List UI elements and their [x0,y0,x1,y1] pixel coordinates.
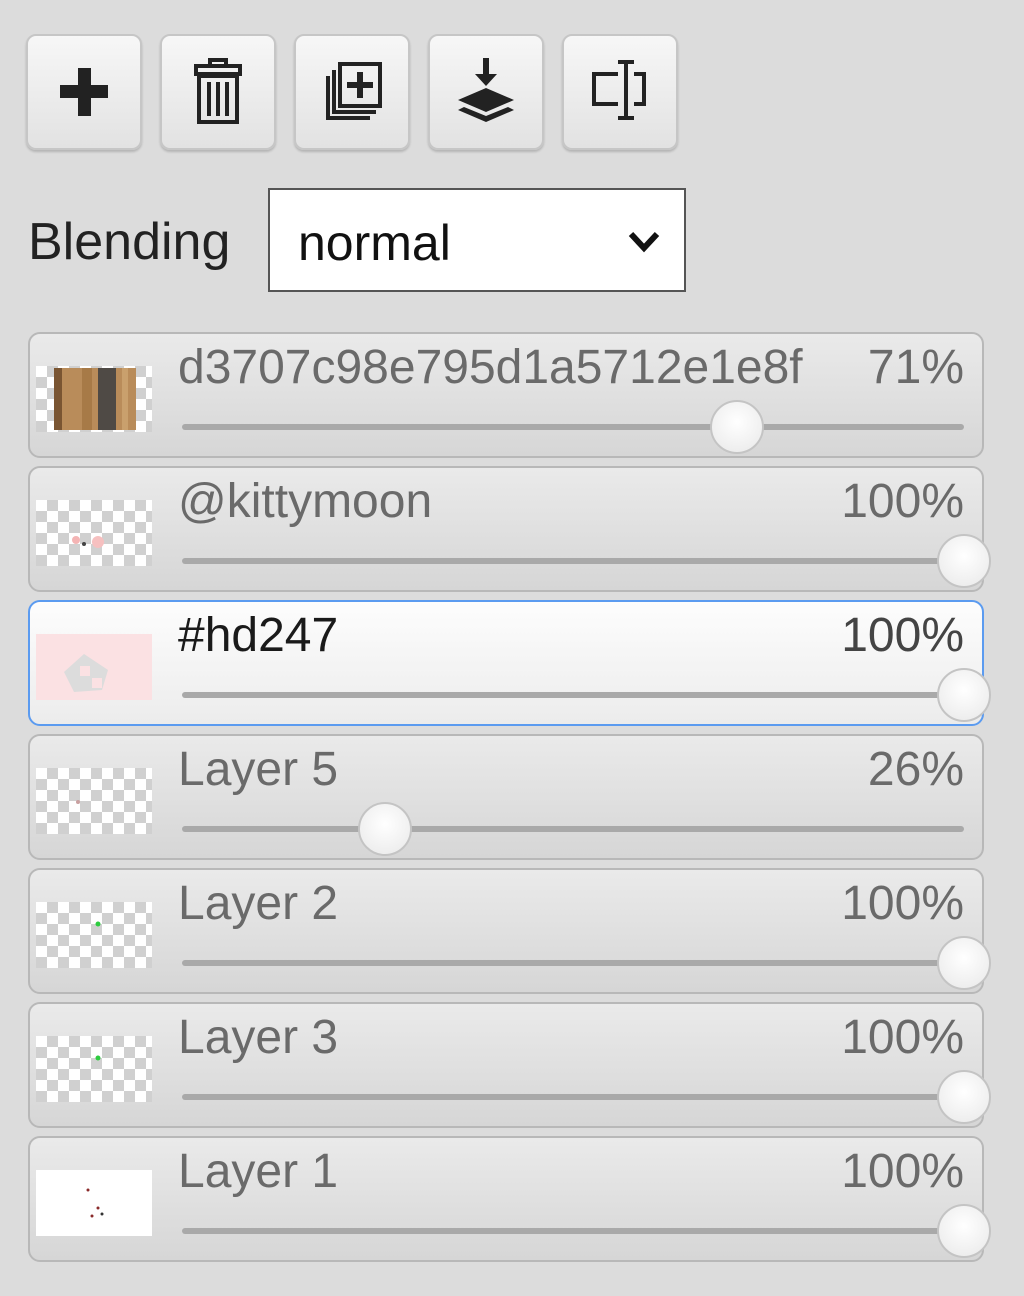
add-layer-button[interactable] [26,34,142,150]
layer-opacity-slider[interactable] [182,424,964,430]
layer-thumbnail [36,500,152,566]
layer-opacity-value: 100% [841,475,964,528]
layer-opacity-slider[interactable] [182,960,964,966]
layer-name[interactable]: Layer 1 [178,1144,338,1199]
layer-opacity-slider[interactable] [182,692,964,698]
layer-name[interactable]: @kittymoon [178,474,432,529]
layer-opacity-slider[interactable] [182,1094,964,1100]
layer-row[interactable]: Layer 1 100% [28,1136,991,1262]
layer-opacity-slider-thumb[interactable] [937,936,991,990]
layer-opacity-slider[interactable] [182,558,964,564]
layer-opacity-slider-thumb[interactable] [937,668,991,722]
layer-name[interactable]: Layer 3 [178,1010,338,1065]
rename-layer-button[interactable] [562,34,678,150]
layer-name[interactable]: Layer 2 [178,876,338,931]
blending-label: Blending [28,213,231,271]
layer-thumbnail [36,366,152,432]
blending-select-value: normal [298,215,451,271]
layer-row[interactable]: Layer 2 100% [28,868,991,994]
layer-thumbnail [36,1170,152,1236]
layer-opacity-slider-thumb[interactable] [358,802,413,856]
layer-row[interactable]: Layer 5 26% [28,734,984,860]
layer-row[interactable]: #hd247 100% [28,600,991,726]
layer-name[interactable]: #hd247 [178,608,338,663]
layer-opacity-value: 100% [841,1011,964,1064]
duplicate-icon [326,62,382,120]
layer-opacity-slider[interactable] [182,1228,964,1234]
layer-opacity-slider[interactable] [182,826,964,832]
merge-down-button[interactable] [428,34,544,150]
layer-opacity-slider-thumb[interactable] [937,1070,991,1124]
layer-opacity-value: 71% [867,341,964,394]
layer-opacity-value: 100% [841,1145,964,1198]
blending-select[interactable]: normal [268,188,686,292]
layer-thumbnail [36,768,152,834]
layer-row[interactable]: d3707c98e795d1a5712e1e8f 71% [28,332,984,458]
layer-thumbnail [36,1036,152,1102]
duplicate-layer-button[interactable] [294,34,410,150]
layer-name[interactable]: d3707c98e795d1a5712e1e8f [178,340,803,395]
layer-toolbar [26,34,678,150]
rename-icon [592,60,646,120]
layer-thumbnail [36,902,152,968]
layer-opacity-slider-thumb[interactable] [937,534,991,588]
layer-opacity-value: 100% [841,609,964,662]
trash-icon [194,58,242,124]
layer-row[interactable]: Layer 3 100% [28,1002,991,1128]
chevron-down-icon [628,231,660,253]
layer-thumbnail [36,634,152,700]
layer-opacity-slider-thumb[interactable] [937,1204,991,1258]
plus-icon [60,68,108,116]
layer-opacity-slider-thumb[interactable] [710,400,765,454]
layer-opacity-value: 100% [841,877,964,930]
layer-name[interactable]: Layer 5 [178,742,338,797]
delete-layer-button[interactable] [160,34,276,150]
merge-down-icon [458,58,514,122]
layer-row[interactable]: @kittymoon 100% [28,466,991,592]
layer-opacity-value: 26% [867,743,964,796]
